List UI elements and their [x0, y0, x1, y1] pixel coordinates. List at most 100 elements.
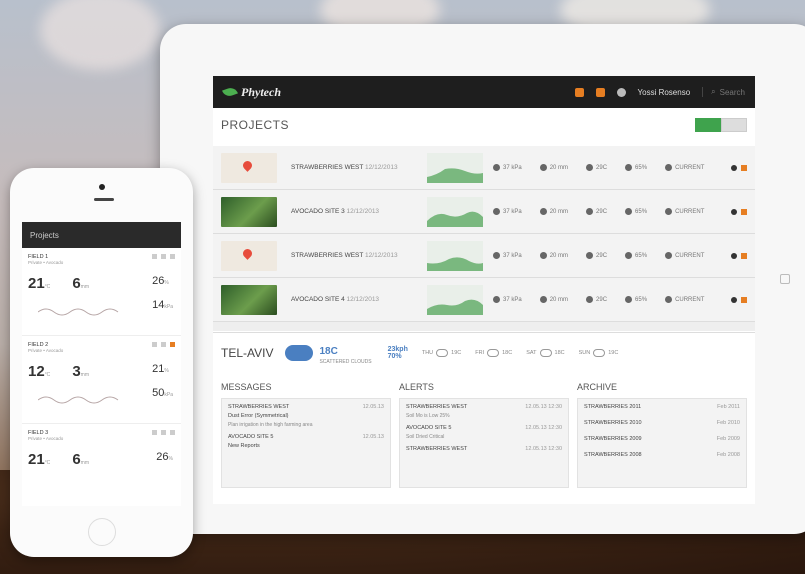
alert-item[interactable]: STRAWBERRIES WEST 12.05.13 12:30 — [406, 446, 562, 452]
drop-icon — [625, 252, 633, 259]
bell-icon[interactable] — [731, 252, 737, 259]
rain-value: 6mm — [72, 275, 89, 292]
temperature-metric: 29C — [586, 208, 607, 215]
drop-icon — [625, 296, 633, 303]
humidity-metric: 65% — [625, 164, 647, 171]
projects-list: STRAWBERRIES WEST 12/12/2013 37 kPa 20 m… — [213, 146, 755, 331]
thermometer-icon — [586, 164, 594, 171]
tool-icon[interactable] — [152, 254, 157, 259]
temperature-value: 21°C — [28, 451, 51, 468]
bell-icon[interactable] — [731, 296, 737, 303]
rain-value: 3mm — [72, 363, 89, 380]
rain-metric: 20 mm — [539, 208, 568, 215]
message-body: Plan irrigation in the high farming area — [228, 422, 313, 428]
gear-icon[interactable] — [616, 87, 626, 97]
field-card[interactable]: FIELD 1 Private • Avocado 21°C 6mm 26% 1… — [22, 248, 181, 336]
current-weather: 18C SCATTERED CLOUDS — [319, 341, 371, 365]
temperature-value: 12°C — [28, 363, 51, 380]
field-subtitle: Private • Avocado — [28, 260, 64, 265]
message-subject: New Reports — [228, 443, 260, 449]
message-subject: Dust Error (Symmetrical) — [228, 413, 289, 419]
cloud-icon — [487, 348, 500, 357]
status-icon — [665, 296, 673, 303]
project-row[interactable]: AVOCADO SITE 3 12/12/2013 37 kPa 20 mm 2… — [213, 190, 755, 234]
humidity-metric: 65% — [625, 252, 647, 259]
flag-icon[interactable] — [741, 164, 747, 171]
project-name: AVOCADO SITE 4 12/12/2013 — [277, 296, 427, 303]
tablet-home-button[interactable] — [780, 274, 790, 284]
alert-body: Soil Dried Critical — [406, 434, 445, 440]
tool-icon[interactable] — [161, 342, 166, 347]
status-metric: CURRENT — [665, 164, 704, 171]
projects-header: PROJECTS — [213, 108, 755, 138]
field-subtitle: Private • Avocado — [28, 348, 64, 353]
rain-metric: 20 mm — [539, 164, 568, 171]
archive-item[interactable]: STRAWBERRIES 2009 Feb 2009 — [584, 436, 740, 442]
alerts-title: ALERTS — [399, 382, 434, 392]
status-icon — [665, 252, 673, 259]
archive-item[interactable]: STRAWBERRIES 2010 Feb 2010 — [584, 420, 740, 426]
search-icon: ⌕ — [711, 87, 716, 96]
sparkline-chart — [427, 284, 483, 315]
pressure-metric: 37 kPa — [493, 296, 522, 303]
tool-icon[interactable] — [161, 254, 166, 259]
map-thumbnail — [221, 152, 277, 183]
project-date: 12/12/2013 — [365, 164, 398, 171]
flag-icon[interactable] — [170, 342, 175, 347]
tool-icon[interactable] — [170, 254, 175, 259]
humidity-value: 70% — [387, 352, 402, 360]
search-placeholder: Search — [719, 87, 745, 97]
grid-view-button[interactable] — [721, 118, 747, 132]
weather-bar: TEL-AVIV 18C SCATTERED CLOUDS 23kph 70% … — [213, 332, 755, 372]
messages-panel: MESSAGES STRAWBERRIES WEST 12.05.13 Dust … — [221, 382, 391, 504]
tool-icon[interactable] — [152, 430, 157, 435]
notifications-icon[interactable] — [574, 87, 584, 97]
message-item[interactable]: AVOCADO SITE 5 12.05.13 — [228, 434, 384, 440]
messages-title: MESSAGES — [221, 382, 272, 392]
forecast-day: THU 19C — [421, 348, 462, 357]
temperature-metric: 29C — [586, 164, 607, 171]
cloud-icon — [285, 344, 314, 361]
field-card[interactable]: FIELD 2 Private • Avocado 12°C 3mm 21% 5… — [22, 336, 181, 424]
archive-item[interactable]: STRAWBERRIES 2011 Feb 2011 — [584, 404, 740, 410]
user-menu[interactable]: Yossi Rosenso — [638, 88, 691, 97]
search-box[interactable]: ⌕ Search — [702, 87, 745, 97]
tool-icon[interactable] — [170, 430, 175, 435]
flag-icon[interactable] — [741, 296, 747, 303]
cloud-icon — [593, 348, 606, 357]
alerts-icon[interactable] — [595, 87, 605, 97]
bell-icon[interactable] — [731, 164, 737, 171]
archive-item[interactable]: STRAWBERRIES 2008 Feb 2008 — [584, 452, 740, 458]
flag-icon[interactable] — [741, 208, 747, 215]
status-metric: CURRENT — [665, 296, 704, 303]
current-temp: 18C — [319, 345, 338, 357]
rain-value: 6mm — [72, 451, 89, 468]
weather-city[interactable]: TEL-AVIV — [221, 346, 273, 360]
drop-icon — [625, 164, 633, 171]
list-view-button[interactable] — [695, 118, 721, 132]
alert-item[interactable]: AVOCADO SITE 5 12.05.13 12:30 — [406, 425, 562, 431]
weather-description: SCATTERED CLOUDS — [319, 358, 372, 365]
project-date: 12/12/2013 — [365, 252, 398, 259]
field-card[interactable]: FIELD 3 Private • Avocado 21°C 6mm 26% — [22, 424, 181, 506]
tool-icon[interactable] — [161, 430, 166, 435]
cloud-icon — [539, 164, 547, 171]
project-title: AVOCADO SITE 3 — [291, 208, 345, 215]
message-item[interactable]: STRAWBERRIES WEST 12.05.13 — [228, 404, 384, 410]
brand-logo[interactable]: Phytech — [222, 85, 281, 100]
temperature-metric: 29C — [586, 252, 607, 259]
field-side-values: 26% 14kPa — [152, 275, 173, 311]
bell-icon[interactable] — [731, 208, 737, 215]
bottom-panels: MESSAGES STRAWBERRIES WEST 12.05.13 Dust … — [213, 382, 755, 504]
map-thumbnail — [221, 240, 277, 271]
tool-icon[interactable] — [152, 342, 157, 347]
phone-home-button[interactable] — [88, 518, 116, 546]
drop-icon — [625, 208, 633, 215]
alert-item[interactable]: STRAWBERRIES WEST 12.05.13 12:30 — [406, 404, 562, 410]
project-row[interactable]: STRAWBERRIES WEST 12/12/2013 37 kPa 20 m… — [213, 234, 755, 278]
humidity-metric: 65% — [625, 208, 647, 215]
project-row[interactable]: AVOCADO SITE 4 12/12/2013 37 kPa 20 mm 2… — [213, 278, 755, 322]
flag-icon[interactable] — [741, 252, 747, 259]
project-row[interactable]: STRAWBERRIES WEST 12/12/2013 37 kPa 20 m… — [213, 146, 755, 190]
thermometer-icon — [586, 208, 594, 215]
